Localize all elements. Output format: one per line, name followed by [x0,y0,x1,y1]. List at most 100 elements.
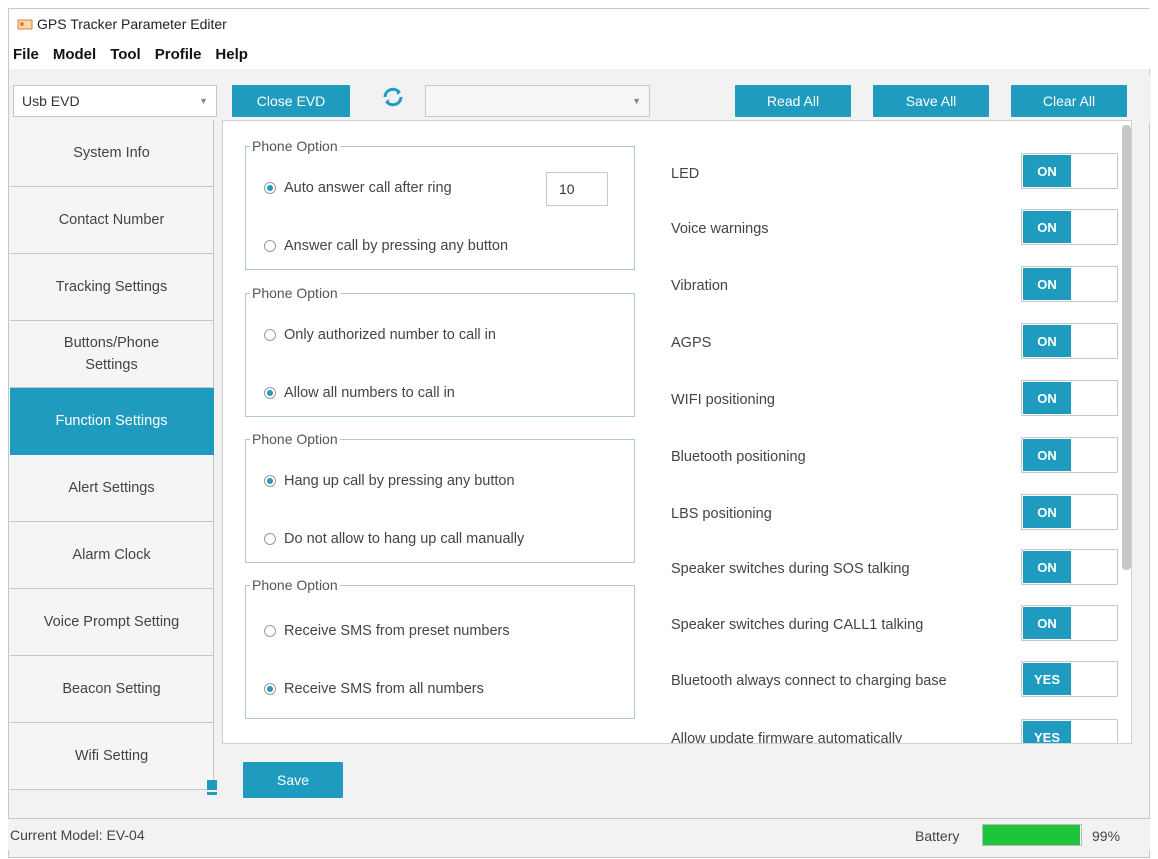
clear-all-button[interactable]: Clear All [1011,85,1127,117]
toggle-speaker-sos[interactable]: ON [1021,549,1118,585]
radio-unchecked-icon [264,240,276,252]
sidebar-item-wifi-setting[interactable]: Wifi Setting [10,723,214,790]
battery-fill [983,825,1081,845]
menu-help[interactable]: Help [215,46,248,63]
radio-authorized-only[interactable]: Only authorized number to call in [264,327,496,343]
battery-label: Battery [915,828,960,844]
current-model-text: Current Model: EV-04 [10,827,145,843]
window-title: GPS Tracker Parameter Editer [37,16,227,32]
menu-tool[interactable]: Tool [110,46,141,63]
radio-answer-any-button[interactable]: Answer call by pressing any button [264,238,508,254]
chevron-down-icon: ▼ [632,96,641,106]
phone-option-group-call-in: Phone Option Only authorized number to c… [245,285,635,417]
radio-unchecked-icon [264,329,276,341]
sidebar-item-buttons-phone-settings[interactable]: Buttons/Phone Settings [10,321,214,388]
sidebar-item-voice-prompt-setting[interactable]: Voice Prompt Setting [10,589,214,656]
radio-label: Auto answer call after ring [284,180,452,196]
toggle-state: ON [1023,607,1071,639]
close-evd-button[interactable]: Close EVD [232,85,350,117]
toggle-state: YES [1023,721,1071,743]
group-legend: Phone Option [252,577,338,593]
sidebar-item-tracking-settings[interactable]: Tracking Settings [10,254,214,321]
sidebar-item-alert-settings[interactable]: Alert Settings [10,455,214,522]
device-select[interactable]: ▼ [425,85,650,117]
radio-sms-preset[interactable]: Receive SMS from preset numbers [264,623,510,639]
radio-label: Receive SMS from all numbers [284,681,484,697]
toggle-agps[interactable]: ON [1021,323,1118,359]
radio-auto-answer[interactable]: Auto answer call after ring [264,180,452,196]
menu-file[interactable]: File [13,46,39,63]
toggle-voice-warnings[interactable]: ON [1021,209,1118,245]
sidebar: System Info Contact Number Tracking Sett… [10,120,224,795]
radio-checked-icon [264,475,276,487]
toggle-vibration[interactable]: ON [1021,266,1118,302]
app-logo-icon [17,17,33,31]
toggle-label-vibration: Vibration [671,278,728,294]
battery-value: 99% [1092,828,1121,844]
save-button[interactable]: Save [243,762,343,798]
toggle-label-led: LED [671,166,700,182]
radio-hang-up-any-button[interactable]: Hang up call by pressing any button [264,473,515,489]
toggle-state: YES [1023,663,1071,695]
title-bar: GPS Tracker Parameter Editer [9,9,1151,39]
toggle-bluetooth-positioning[interactable]: ON [1021,437,1118,473]
port-select-value: Usb EVD [22,93,80,109]
radio-unchecked-icon [264,533,276,545]
toggle-label-voice-warnings: Voice warnings [671,221,769,237]
radio-allow-all-call-in[interactable]: Allow all numbers to call in [264,385,455,401]
radio-checked-icon [264,182,276,194]
save-all-button[interactable]: Save All [873,85,989,117]
status-bar: Current Model: EV-04 Battery 99% [8,818,1150,850]
toggle-state: ON [1023,382,1071,414]
chevron-down-icon: ▼ [199,96,208,106]
toggle-label-auto-firmware-update: Allow update firmware automatically [671,731,903,744]
ring-count-input[interactable]: 10 [546,172,608,206]
menu-profile[interactable]: Profile [155,46,202,63]
toggle-state: ON [1023,551,1071,583]
content-scrollbar[interactable] [1122,125,1131,570]
radio-no-manual-hang-up[interactable]: Do not allow to hang up call manually [264,531,524,547]
radio-checked-icon [264,387,276,399]
radio-label: Hang up call by pressing any button [284,473,515,489]
toggle-label-bluetooth-positioning: Bluetooth positioning [671,449,806,465]
menu-model[interactable]: Model [53,46,96,63]
radio-sms-all[interactable]: Receive SMS from all numbers [264,681,484,697]
toggle-lbs-positioning[interactable]: ON [1021,494,1118,530]
sidebar-item-system-info[interactable]: System Info [10,120,214,187]
radio-label: Allow all numbers to call in [284,385,455,401]
sidebar-item-function-settings[interactable]: Function Settings [10,388,214,455]
toggle-state: ON [1023,155,1071,187]
toolbar: Usb EVD ▼ Close EVD ▼ Read All Save All … [9,75,1151,123]
radio-label: Answer call by pressing any button [284,238,509,254]
radio-unchecked-icon [264,625,276,637]
read-all-button[interactable]: Read All [735,85,851,117]
phone-option-group-answer: Phone Option Auto answer call after ring… [245,138,635,270]
group-legend: Phone Option [252,431,338,447]
port-select[interactable]: Usb EVD ▼ [13,85,217,117]
toggle-label-wifi-positioning: WIFI positioning [671,392,775,408]
toggle-wifi-positioning[interactable]: ON [1021,380,1118,416]
group-legend: Phone Option [252,285,338,301]
sidebar-item-beacon-setting[interactable]: Beacon Setting [10,656,214,723]
toggle-led[interactable]: ON [1021,153,1118,189]
sidebar-item-alarm-clock[interactable]: Alarm Clock [10,522,214,589]
toggle-label-speaker-call1: Speaker switches during CALL1 talking [671,617,924,633]
sidebar-scroll-down-icon[interactable] [207,792,217,795]
sidebar-scroll-up-icon[interactable] [207,780,217,790]
toggle-label-agps: AGPS [671,335,712,351]
toggle-state: ON [1023,325,1071,357]
toggle-bluetooth-charging-base[interactable]: YES [1021,661,1118,697]
sidebar-item-contact-number[interactable]: Contact Number [10,187,214,254]
menu-bar: File Model Tool Profile Help [9,39,1151,69]
phone-option-group-hang-up: Phone Option Hang up call by pressing an… [245,431,635,563]
battery-bar [982,824,1082,846]
toggle-state: ON [1023,439,1071,471]
toggle-auto-firmware-update[interactable]: YES [1021,719,1118,743]
radio-checked-icon [264,683,276,695]
toggle-speaker-call1[interactable]: ON [1021,605,1118,641]
radio-label: Only authorized number to call in [284,327,496,343]
refresh-icon[interactable] [379,83,407,111]
toggle-label-bluetooth-charging-base: Bluetooth always connect to charging bas… [671,673,947,689]
function-settings-panel: Phone Option Auto answer call after ring… [222,120,1132,744]
phone-option-group-sms: Phone Option Receive SMS from preset num… [245,577,635,719]
